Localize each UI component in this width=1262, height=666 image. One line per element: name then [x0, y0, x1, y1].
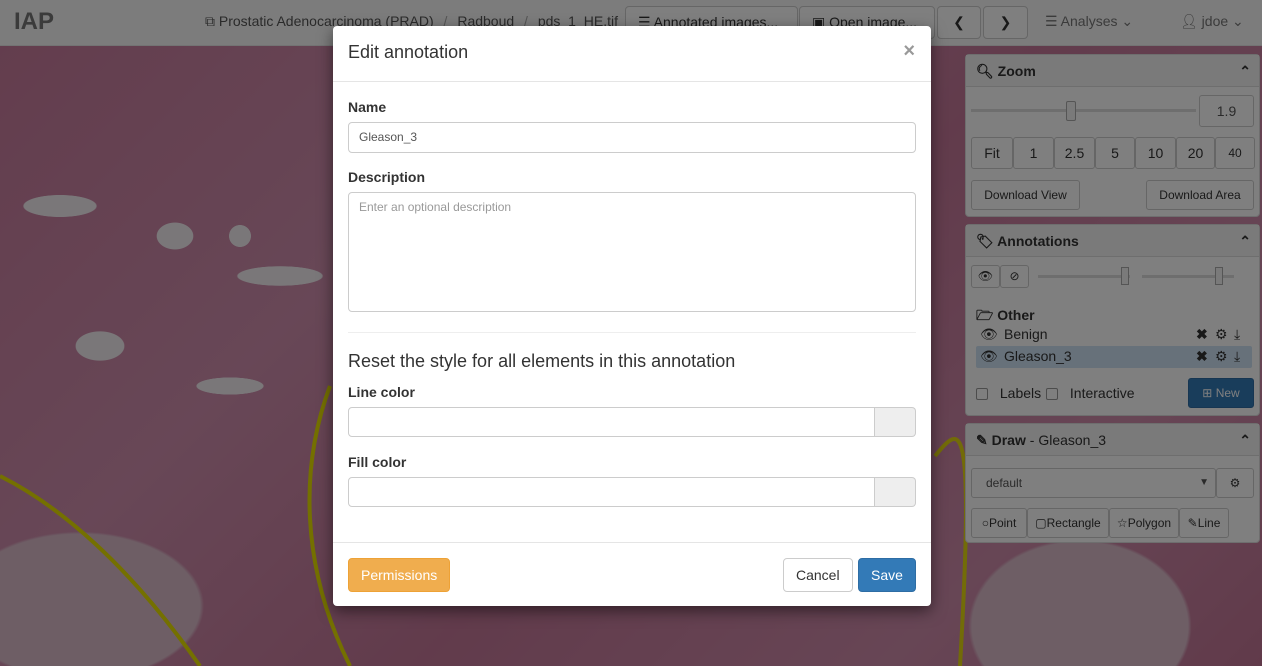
reset-style-heading: Reset the style for all elements in this…: [348, 351, 736, 371]
fill-color-label: Fill color: [348, 454, 407, 470]
dialog-footer: Permissions Cancel Save: [333, 542, 931, 606]
dialog-title: Edit annotation: [348, 42, 469, 62]
divider: [348, 332, 916, 333]
name-input[interactable]: Gleason_3: [348, 122, 916, 153]
line-color-swatch[interactable]: [875, 407, 916, 437]
line-color-label: Line color: [348, 384, 415, 400]
name-label: Name: [348, 99, 387, 115]
cancel-button[interactable]: Cancel: [783, 558, 853, 592]
dialog-header: Edit annotation ×: [333, 26, 931, 82]
fill-color-input[interactable]: [348, 477, 875, 507]
fill-color-swatch[interactable]: [875, 477, 916, 507]
description-textarea[interactable]: Enter an optional description: [348, 192, 916, 312]
line-color-input[interactable]: [348, 407, 875, 437]
permissions-button[interactable]: Permissions: [348, 558, 451, 592]
edit-annotation-dialog: Edit annotation × Name Gleason_3 Descrip…: [333, 26, 931, 606]
description-label: Description: [348, 169, 426, 185]
close-icon[interactable]: ×: [903, 40, 915, 63]
save-button[interactable]: Save: [858, 558, 916, 592]
